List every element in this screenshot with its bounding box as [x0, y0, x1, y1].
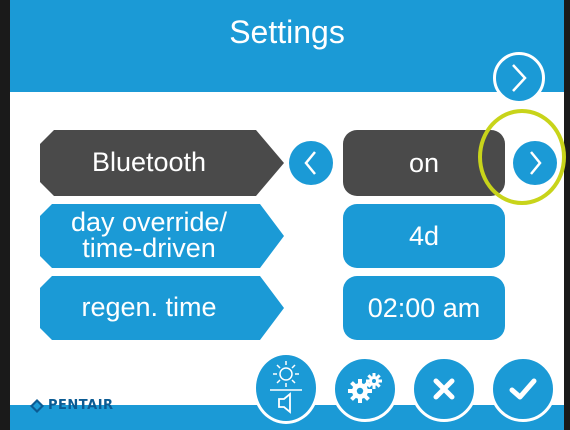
- pentair-logo-mark: [30, 398, 44, 413]
- pentair-logo: PENTAIR: [30, 398, 114, 413]
- cancel-button[interactable]: [411, 356, 477, 422]
- frame-left-border: [0, 0, 10, 430]
- page-title: Settings: [229, 14, 345, 50]
- next-page-button[interactable]: [493, 52, 545, 104]
- setting-label-text: Bluetooth: [91, 147, 207, 178]
- header-bar: Settings: [10, 0, 564, 92]
- setting-label-bluetooth[interactable]: Bluetooth: [40, 130, 284, 196]
- previous-value-button[interactable]: [289, 141, 333, 185]
- chevron-right-icon: [512, 64, 527, 92]
- setting-value-text: on: [408, 147, 440, 178]
- tap-highlight-ring: [478, 109, 566, 205]
- gears-icon: [348, 373, 382, 403]
- setting-label-regen-time[interactable]: regen. time: [40, 276, 284, 340]
- chevron-left-icon: [304, 151, 316, 175]
- frame-right-border: [564, 0, 570, 430]
- setting-label-text: day override/ time-driven: [71, 210, 253, 261]
- setting-value-text: 02:00 am: [367, 292, 481, 323]
- confirm-button[interactable]: [490, 356, 556, 422]
- setting-label-text: regen. time: [81, 292, 217, 323]
- x-icon: [433, 378, 455, 400]
- sun-speaker-icon: [270, 361, 302, 414]
- setting-label-day-override[interactable]: day override/ time-driven: [40, 204, 284, 268]
- setting-label-line-2: time-driven: [82, 233, 216, 263]
- logo-text: PENTAIR: [48, 398, 114, 413]
- settings-screen: Settings Bluetooth on day override/ time…: [0, 0, 570, 430]
- advanced-settings-button[interactable]: [332, 356, 398, 422]
- display-sound-button[interactable]: [253, 352, 319, 424]
- setting-value-day-override[interactable]: 4d: [343, 204, 505, 268]
- check-icon: [509, 378, 537, 400]
- setting-value-regen-time[interactable]: 02:00 am: [343, 276, 505, 340]
- setting-value-text: 4d: [408, 220, 440, 251]
